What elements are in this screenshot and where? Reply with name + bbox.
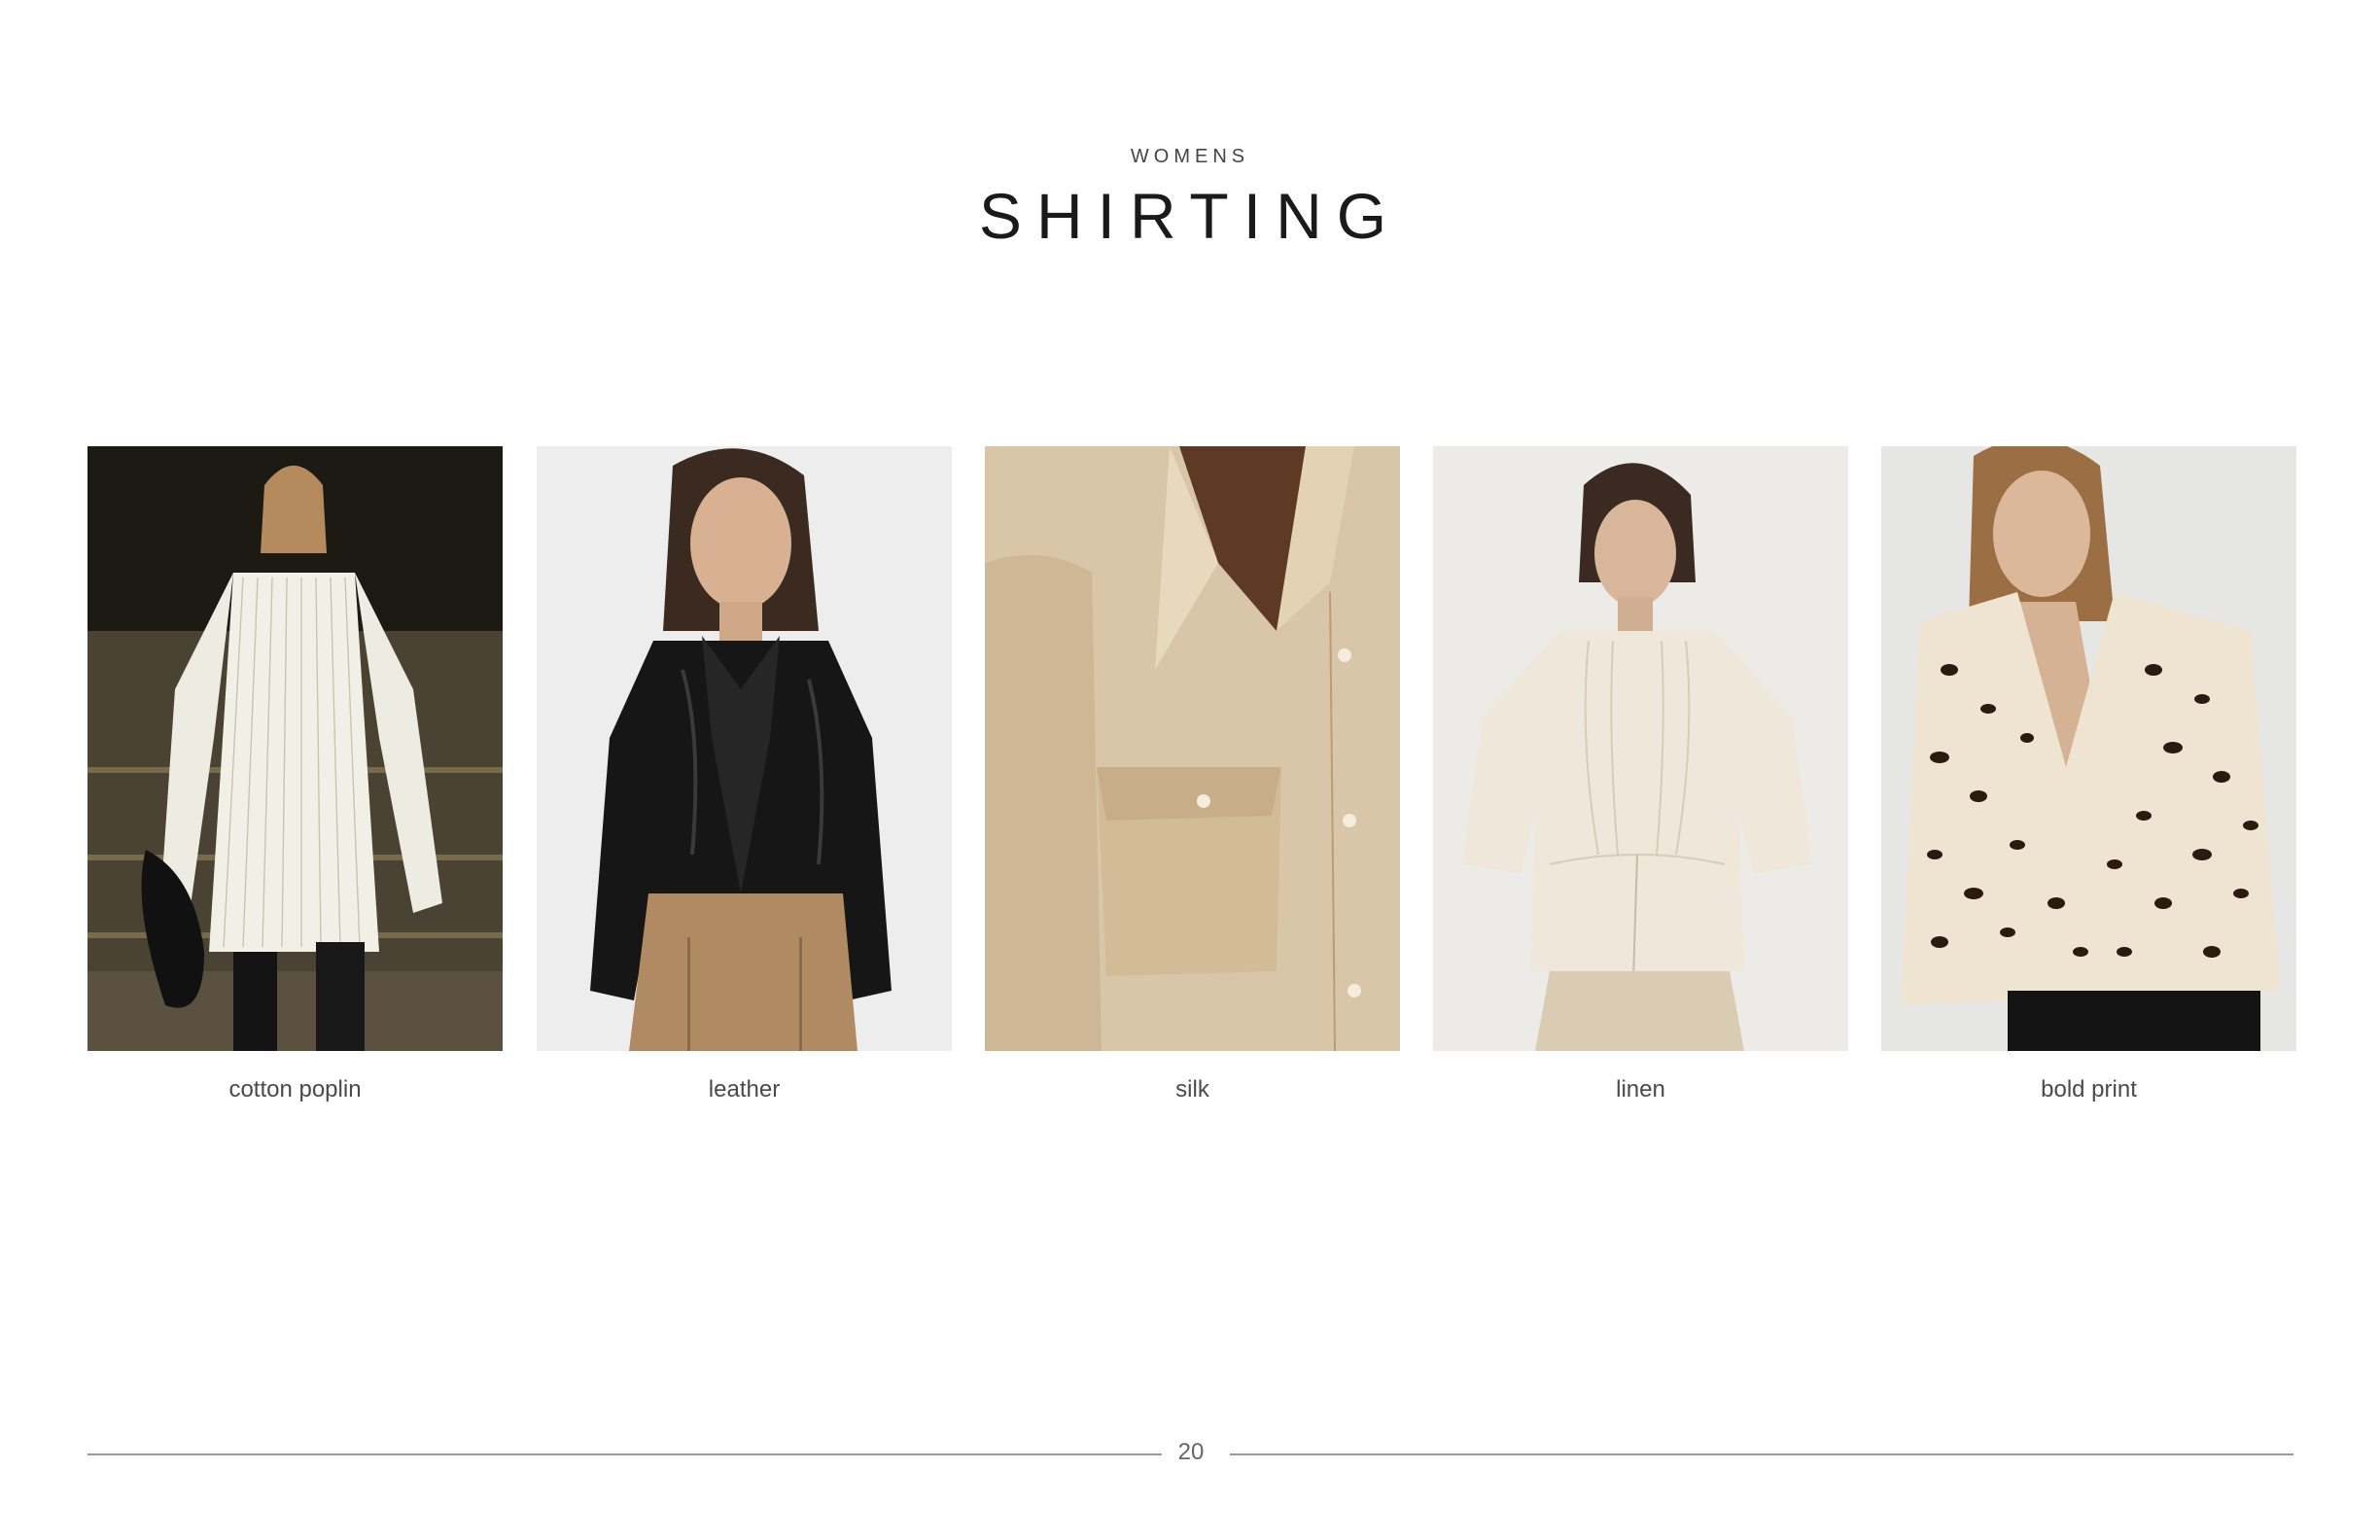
photo-bold-print [1881,446,2296,1051]
product-card-silk: silk [985,446,1400,1102]
photo-linen [1433,446,1848,1051]
product-card-cotton-poplin: cotton poplin [88,446,503,1102]
footer-rule-left [88,1453,1162,1455]
caption-cotton-poplin: cotton poplin [228,1076,362,1102]
photo-cotton-poplin [88,446,503,1051]
photo-silk [985,446,1400,1051]
product-card-bold-print: bold print [1881,446,2296,1102]
eyebrow-label: WOMENS [1130,146,1250,167]
caption-leather: leather [708,1076,781,1102]
caption-silk: silk [1175,1076,1209,1102]
product-card-leather: leather [537,446,952,1102]
product-card-linen: linen [1433,446,1848,1102]
footer-rule-right [1230,1453,2293,1455]
caption-bold-print: bold print [2041,1076,2137,1102]
photo-leather [537,446,952,1051]
page-title: SHIRTING [978,180,1402,252]
caption-linen: linen [1616,1076,1665,1102]
page-number: 20 [1177,1439,1205,1465]
